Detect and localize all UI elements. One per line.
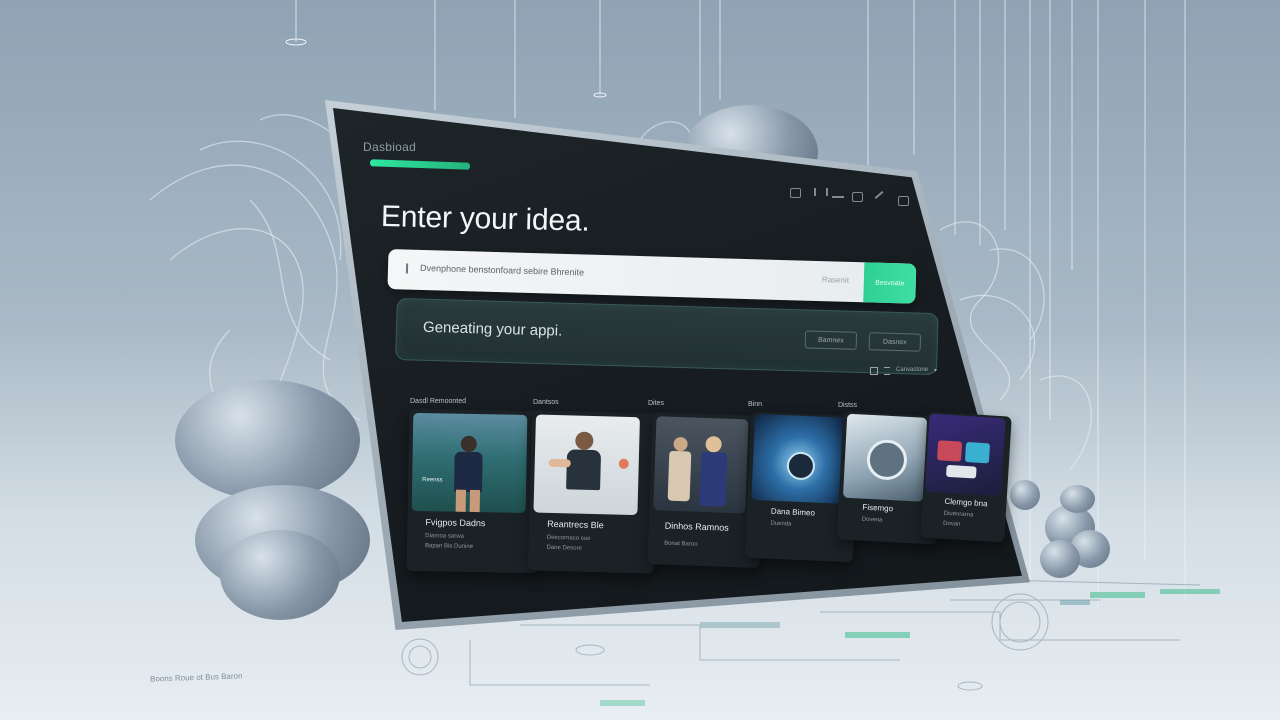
idea-input[interactable]	[417, 261, 823, 286]
filter-label[interactable]: Canvastone	[896, 367, 928, 375]
filter-row: Canvastone ▾	[870, 367, 937, 375]
card-meta: Dovan	[942, 520, 961, 528]
card-subtitle: Duenda	[770, 520, 792, 528]
edit-icon[interactable]	[874, 191, 884, 199]
chevron-down-icon[interactable]: ▾	[934, 367, 937, 375]
card-title: Dinhos Ramnos	[664, 520, 729, 533]
panel-icon[interactable]	[898, 196, 909, 206]
card-meta: Bapan Bis Dunine	[424, 543, 474, 550]
card-title: Clemgo bna	[944, 496, 988, 509]
card-subtitle: Diuenrarna	[943, 510, 974, 519]
card-title: Fvigpos Dadns	[425, 517, 486, 529]
app-card[interactable]: Clemgo bna Diuenrarna Dovan	[920, 411, 1012, 543]
card-thumbnail	[925, 413, 1006, 497]
category-label[interactable]: Binn	[748, 401, 762, 408]
card-title: Reantrecs Ble	[547, 518, 604, 531]
thumb-label: Reenss	[422, 477, 443, 484]
status-icon[interactable]	[814, 188, 828, 196]
category-label[interactable]: Dasdl Remoonted	[410, 398, 466, 405]
app-card[interactable]: Reantrecs Ble Deecornaco sue Dane Desore	[527, 410, 659, 574]
card-subtitle: Bonat Baroo	[664, 540, 698, 548]
search-hint: Rasenit	[821, 275, 850, 285]
signal-icon[interactable]	[832, 188, 844, 198]
category-label[interactable]: Dites	[648, 400, 664, 407]
link-icon[interactable]	[852, 192, 863, 202]
page-title: Enter your idea.	[380, 200, 590, 238]
card-meta: Dane Desore	[546, 544, 582, 552]
generate-button[interactable]: Besvoate	[863, 262, 917, 304]
card-title: Dana Bimeo	[770, 506, 816, 518]
category-label[interactable]: Distss	[838, 402, 857, 409]
card-subtitle: Dovena	[861, 516, 883, 524]
toolbar	[790, 188, 910, 206]
card-subtitle: Deecornaco sue	[546, 534, 591, 542]
grid-icon[interactable]	[870, 367, 878, 375]
list-icon[interactable]	[884, 367, 890, 375]
card-thumbnail	[751, 413, 848, 504]
category-label[interactable]: Dantsos	[533, 399, 559, 406]
text-caret	[405, 263, 409, 274]
card-thumbnail: Reenss	[411, 412, 528, 513]
generation-status: Geneating your appi.	[422, 318, 563, 340]
app-card[interactable]: Reenss Fvigpos Dadns Diarnoa sarwa Bapan…	[406, 408, 542, 574]
card-title: Fisemgo	[862, 502, 894, 514]
card-thumbnail	[842, 413, 928, 502]
app-title: Dasbioad	[363, 140, 417, 154]
card-thumbnail	[533, 414, 640, 516]
card-subtitle: Diarnoa sarwa	[425, 533, 464, 540]
window-icon[interactable]	[790, 188, 801, 198]
generation-button-2[interactable]: Dasnex	[868, 332, 922, 352]
card-thumbnail	[653, 416, 749, 514]
generation-button-1[interactable]: Bamnex	[804, 330, 858, 350]
